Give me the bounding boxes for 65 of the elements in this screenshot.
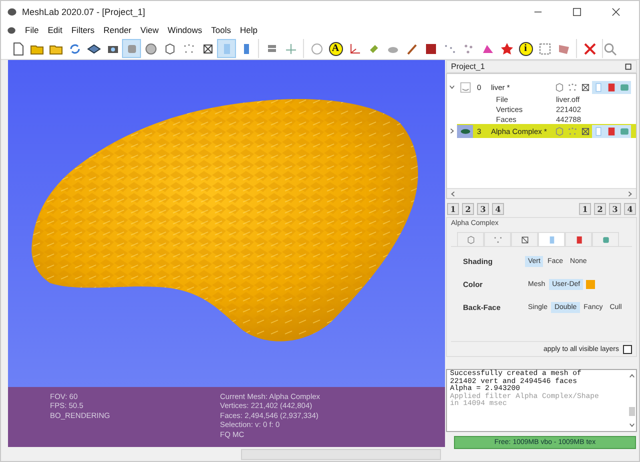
wireframe-icon xyxy=(520,234,530,244)
search-icon xyxy=(603,42,617,56)
flat-shade-icon xyxy=(593,82,604,92)
render-tab[interactable] xyxy=(511,232,538,246)
chevron-right-icon xyxy=(449,128,455,134)
menu-item[interactable]: Tools xyxy=(211,25,231,35)
brush-icon xyxy=(404,42,418,56)
dots-icon xyxy=(567,82,578,92)
dots-icon xyxy=(182,42,196,56)
render-tab[interactable] xyxy=(565,232,592,246)
panel-title: Project_1 xyxy=(451,62,485,71)
axes-icon xyxy=(284,42,298,56)
maximize-icon xyxy=(572,6,582,16)
dots-icon xyxy=(567,126,578,136)
view-number-button[interactable]: 2 xyxy=(594,203,606,215)
chevron-right-icon xyxy=(627,190,633,196)
cube-icon xyxy=(554,126,565,136)
menu-item[interactable]: Windows xyxy=(168,25,202,35)
menu-item[interactable]: Filters xyxy=(71,25,94,35)
wireframe-icon xyxy=(580,126,591,136)
view-number-button[interactable]: 4 xyxy=(624,203,636,215)
view-number-button[interactable]: 3 xyxy=(609,203,621,215)
wireframe-icon xyxy=(200,42,214,56)
chevron-left-icon xyxy=(450,190,456,196)
view-number-button[interactable]: 2 xyxy=(462,203,474,215)
layers-icon xyxy=(86,42,100,56)
box-icon xyxy=(600,234,610,244)
new-file-icon xyxy=(10,42,24,56)
visibility-toggle[interactable] xyxy=(457,124,473,138)
view-number-button[interactable]: 1 xyxy=(447,203,459,215)
close-icon xyxy=(611,6,621,16)
menu-item[interactable]: Render xyxy=(104,25,132,35)
cube-icon xyxy=(162,42,176,56)
select-icon xyxy=(538,42,552,56)
view-number-button[interactable]: 3 xyxy=(477,203,489,215)
expand-toggle[interactable] xyxy=(449,82,457,92)
view-number-button[interactable]: 1 xyxy=(579,203,591,215)
menu-item[interactable]: Edit xyxy=(48,25,62,35)
wireframe-icon xyxy=(580,82,591,92)
close-icon xyxy=(582,42,596,56)
box-icon xyxy=(619,82,630,92)
star-icon xyxy=(500,42,514,56)
chevron-down-icon xyxy=(449,84,455,90)
cube-icon xyxy=(466,234,476,244)
reload-icon xyxy=(68,42,82,56)
view-number-button[interactable]: 4 xyxy=(492,203,504,215)
checkbox[interactable] xyxy=(623,345,632,354)
float-icon xyxy=(624,62,632,70)
menu-item[interactable]: File xyxy=(25,25,39,35)
dots-icon xyxy=(492,234,502,244)
flat-shade-icon xyxy=(593,126,604,136)
cube-icon xyxy=(554,82,565,92)
chevron-down-icon xyxy=(628,422,634,428)
window-title: MeshLab 2020.07 - [Project_1] xyxy=(22,6,146,16)
box-icon xyxy=(619,126,630,136)
sphere-icon xyxy=(144,42,158,56)
horizontal-scrollbar[interactable] xyxy=(447,188,636,198)
layer-thumbnail-icon xyxy=(460,82,470,92)
menu-item[interactable]: Help xyxy=(240,25,258,35)
points-icon xyxy=(462,42,476,56)
axes-icon xyxy=(348,42,362,56)
color-swatch[interactable] xyxy=(586,280,596,289)
chevron-up-icon xyxy=(628,373,634,379)
scrollbar-thumb[interactable] xyxy=(628,407,634,416)
menu-item[interactable]: View xyxy=(140,25,159,35)
